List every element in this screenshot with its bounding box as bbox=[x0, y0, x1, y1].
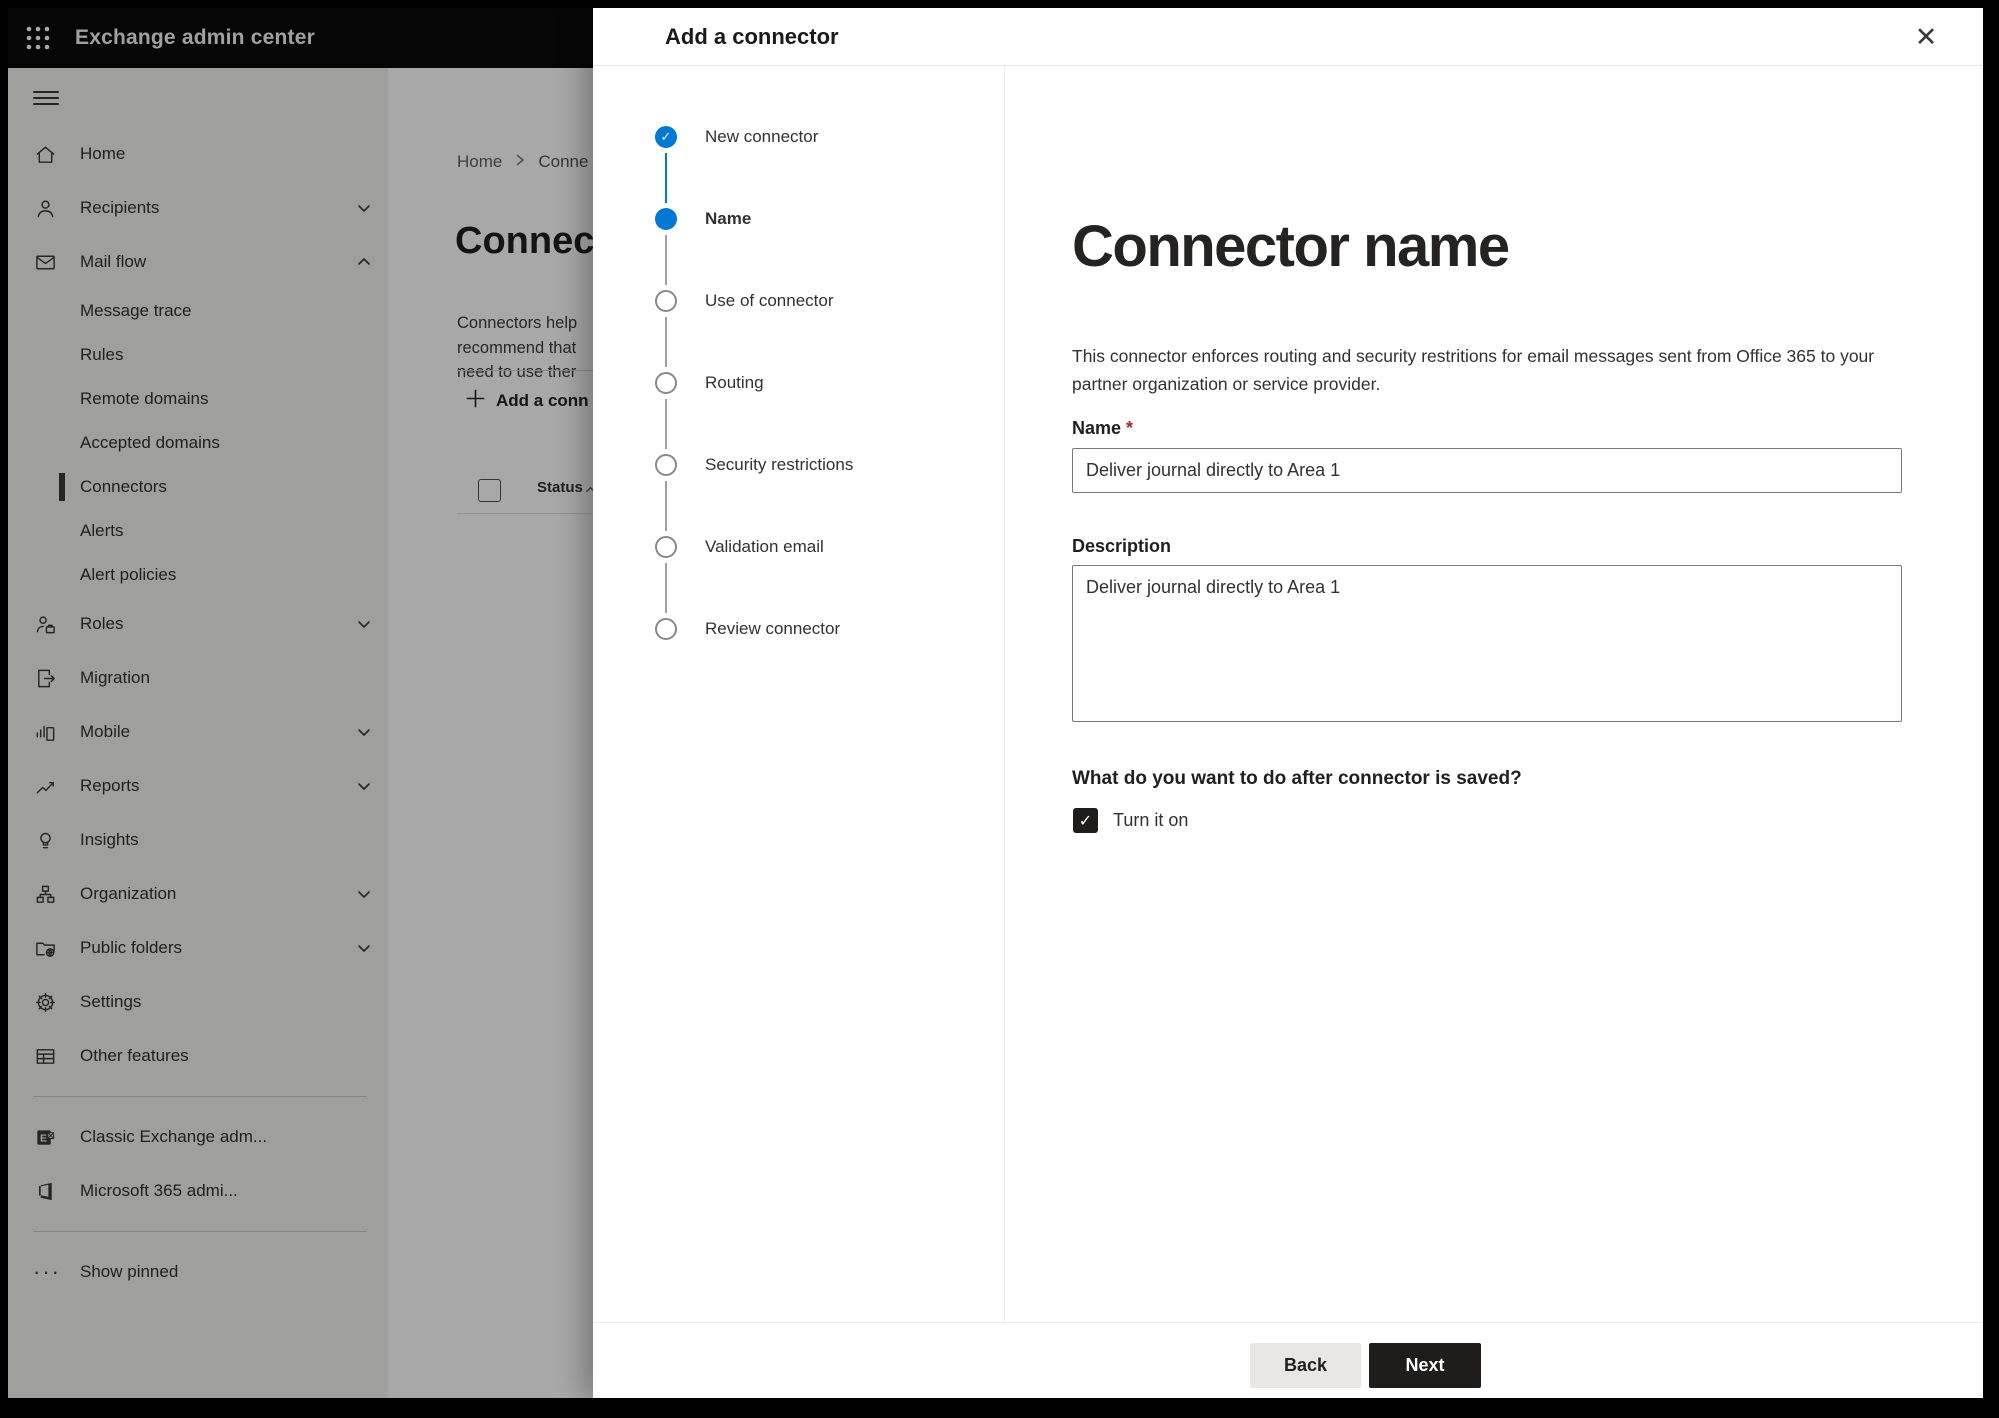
back-button[interactable]: Back bbox=[1250, 1343, 1361, 1388]
step-todo-circle bbox=[655, 536, 677, 558]
step-todo-circle bbox=[655, 618, 677, 640]
description-field-label: Description bbox=[1072, 536, 1172, 556]
after-save-question: What do you want to do after connector i… bbox=[1072, 768, 1522, 789]
step-check-icon: ✓ bbox=[655, 126, 677, 148]
wizard-step-security-restrictions[interactable]: Security restrictions bbox=[593, 399, 1004, 506]
step-todo-circle bbox=[655, 372, 677, 394]
turn-it-on-label: Turn it on bbox=[1113, 810, 1189, 830]
panel-header: Add a connector ✕ bbox=[593, 8, 1983, 66]
screen: Exchange admin center Home Recipients Ma… bbox=[0, 0, 1999, 1418]
wizard-page-description: This connector enforces routing and secu… bbox=[1072, 345, 1875, 394]
panel-footer: Back Next bbox=[593, 1322, 1983, 1398]
wizard-step-review-connector[interactable]: Review connector bbox=[593, 563, 1004, 670]
connector-name-input[interactable] bbox=[1072, 448, 1902, 493]
turn-it-on-row: ✓ Turn it on bbox=[1073, 808, 1188, 833]
next-button[interactable]: Next bbox=[1369, 1343, 1481, 1388]
add-connector-panel: Add a connector ✕ ✓ New connector Name U… bbox=[593, 8, 1983, 1398]
name-field-label: Name * bbox=[1072, 418, 1134, 438]
wizard-steps-rail: ✓ New connector Name Use of connector Ro… bbox=[593, 66, 1005, 1323]
required-asterisk: * bbox=[1126, 418, 1134, 438]
wizard-page-heading: Connector name bbox=[1072, 213, 1510, 279]
wizard-step-use-of-connector[interactable]: Use of connector bbox=[593, 235, 1004, 342]
step-current-dot bbox=[655, 208, 677, 230]
step-todo-circle bbox=[655, 290, 677, 312]
wizard-step-new-connector[interactable]: ✓ New connector bbox=[593, 96, 1004, 178]
wizard-step-name[interactable]: Name bbox=[593, 153, 1004, 260]
turn-it-on-checkbox[interactable]: ✓ bbox=[1073, 808, 1098, 833]
step-todo-circle bbox=[655, 454, 677, 476]
wizard-step-validation-email[interactable]: Validation email bbox=[593, 481, 1004, 588]
close-icon[interactable]: ✕ bbox=[1909, 20, 1943, 54]
connector-description-textarea[interactable]: Deliver journal directly to Area 1 bbox=[1072, 565, 1902, 722]
wizard-step-routing[interactable]: Routing bbox=[593, 317, 1004, 424]
panel-title: Add a connector bbox=[665, 24, 839, 49]
app-window: Exchange admin center Home Recipients Ma… bbox=[8, 8, 1983, 1398]
